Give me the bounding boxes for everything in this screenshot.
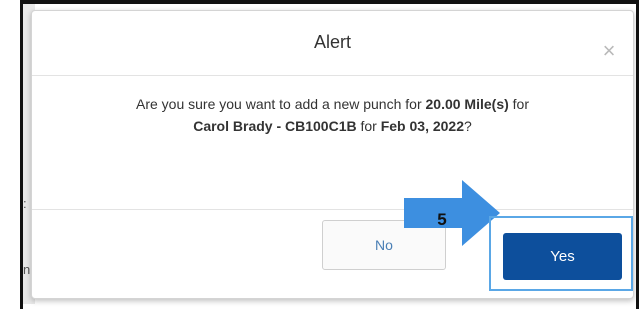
screenshot-canvas: : n Alert × Are you sure you want to add… bbox=[0, 0, 639, 309]
punch-date: Feb 03, 2022 bbox=[380, 118, 464, 134]
message-line-2: Carol Brady - CB100C1B for Feb 03, 2022? bbox=[32, 115, 633, 137]
employee-name: Carol Brady - CB100C1B bbox=[193, 118, 357, 134]
dialog-footer-divider bbox=[32, 209, 633, 210]
dialog-message: Are you sure you want to add a new punch… bbox=[32, 93, 633, 137]
close-icon[interactable]: × bbox=[599, 40, 619, 62]
yes-button[interactable]: Yes bbox=[503, 233, 622, 280]
step-number-label: 5 bbox=[437, 210, 447, 229]
message-line-1: Are you sure you want to add a new punch… bbox=[32, 93, 633, 115]
message-for: for bbox=[508, 96, 529, 112]
dialog-title: Alert bbox=[313, 32, 351, 52]
punch-amount: 20.00 Mile(s) bbox=[425, 96, 509, 112]
message-prefix: Are you sure you want to add a new punch… bbox=[135, 96, 426, 112]
message-for-2: for bbox=[356, 118, 381, 134]
background-text-fragment: n bbox=[23, 262, 31, 277]
background-text-fragment: : bbox=[23, 196, 27, 211]
message-question-mark: ? bbox=[464, 118, 472, 134]
frame-top-border bbox=[20, 0, 639, 4]
dialog-header: Alert × bbox=[32, 11, 633, 76]
